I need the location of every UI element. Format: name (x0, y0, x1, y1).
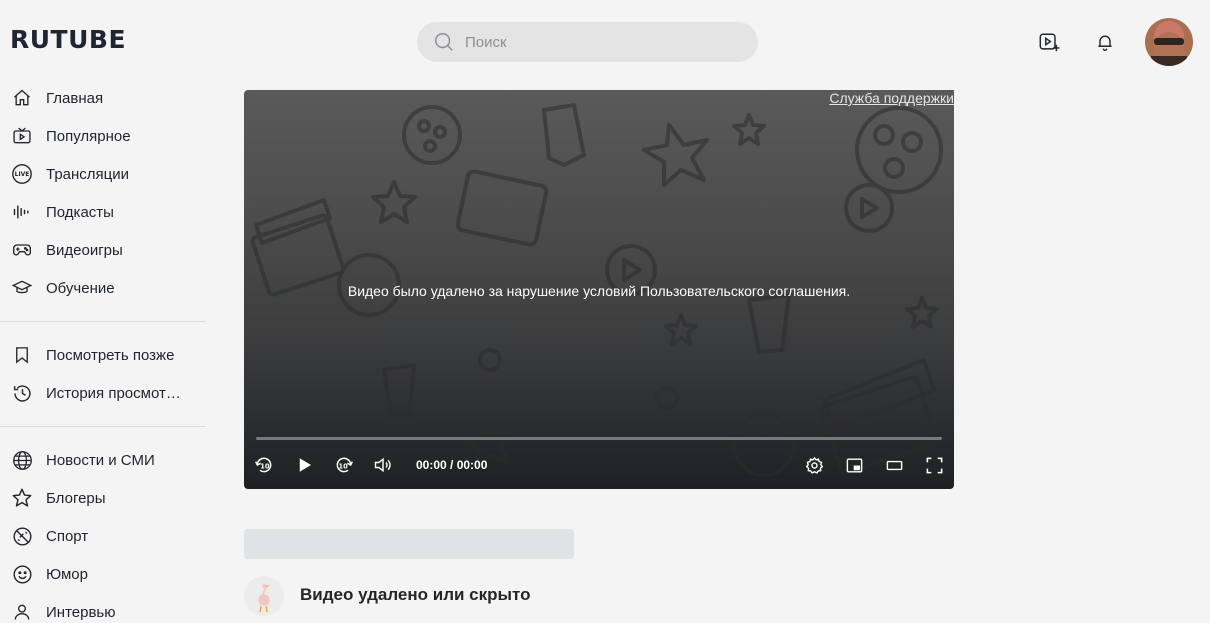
svg-text:10: 10 (260, 462, 270, 470)
sidebar: Главная Популярное LIVE Трансляции Подка… (0, 79, 206, 623)
picture-in-picture-icon[interactable] (841, 452, 867, 478)
tv-icon (11, 125, 33, 147)
sidebar-group-categories: Новости и СМИ Блогеры Спорт Юмор Интервь… (0, 441, 206, 623)
live-icon: LIVE (11, 163, 33, 185)
sidebar-item-label: Главная (46, 89, 104, 107)
sidebar-item-broadcasts[interactable]: LIVE Трансляции (0, 155, 206, 193)
forward-10-icon[interactable]: 10 (331, 452, 357, 478)
sidebar-item-label: Обучение (46, 279, 115, 297)
search-bar[interactable] (417, 22, 758, 62)
sidebar-item-label: Новости и СМИ (46, 451, 155, 469)
support-link[interactable]: Служба поддержки (829, 90, 954, 106)
settings-gear-icon[interactable] (801, 452, 827, 478)
sidebar-item-label: Спорт (46, 527, 89, 545)
sidebar-item-label: Интервью (46, 603, 116, 621)
sidebar-item-label: Юмор (46, 565, 88, 583)
upload-video-icon[interactable] (1037, 30, 1061, 54)
progress-bar[interactable] (256, 437, 942, 440)
sidebar-item-label: Блогеры (46, 489, 106, 507)
title-skeleton-placeholder (244, 529, 574, 559)
sidebar-item-education[interactable]: Обучение (0, 269, 206, 307)
sidebar-item-popular[interactable]: Популярное (0, 117, 206, 155)
sidebar-item-podcasts[interactable]: Подкасты (0, 193, 206, 231)
sidebar-item-label: Трансляции (46, 165, 130, 183)
player-controls: 10 10 00:00 / 00:00 (244, 452, 954, 478)
sidebar-divider (0, 321, 206, 322)
star-icon (11, 487, 33, 509)
search-icon (435, 33, 453, 51)
search-input[interactable] (465, 33, 725, 51)
sidebar-item-humor[interactable]: Юмор (0, 555, 206, 593)
sidebar-divider (0, 426, 206, 427)
sidebar-item-sport[interactable]: Спорт (0, 517, 206, 555)
gamepad-icon (11, 239, 33, 261)
fullscreen-icon[interactable] (921, 452, 947, 478)
smile-icon (11, 563, 33, 585)
sidebar-item-watch-later[interactable]: Посмотреть позже (0, 336, 206, 374)
time-display: 00:00 / 00:00 (416, 458, 488, 472)
sidebar-item-label: Подкасты (46, 203, 114, 221)
globe-icon (11, 449, 33, 471)
bell-icon[interactable] (1093, 30, 1117, 54)
rewind-10-icon[interactable]: 10 (251, 452, 277, 478)
user-avatar[interactable] (1145, 18, 1193, 66)
theater-mode-icon[interactable] (881, 452, 907, 478)
video-title: Видео удалено или скрыто (300, 585, 531, 604)
volume-icon[interactable] (370, 452, 396, 478)
sidebar-group-personal: Посмотреть позже История просмот… (0, 336, 206, 412)
svg-text:LIVE: LIVE (15, 171, 30, 178)
bookmark-icon (11, 344, 33, 366)
ball-icon (11, 525, 33, 547)
sidebar-item-label: Посмотреть позже (46, 346, 175, 364)
sidebar-item-videogames[interactable]: Видеоигры (0, 231, 206, 269)
home-icon (11, 87, 33, 109)
sidebar-item-history[interactable]: История просмот… (0, 374, 206, 412)
video-player[interactable]: Служба поддержки Видео было удалено за н… (244, 90, 954, 489)
graduation-cap-icon (11, 277, 33, 299)
podcast-icon (11, 201, 33, 223)
channel-avatar[interactable] (244, 576, 284, 616)
svg-text:10: 10 (339, 462, 349, 470)
person-icon (11, 601, 33, 623)
sidebar-item-bloggers[interactable]: Блогеры (0, 479, 206, 517)
sidebar-item-label: История просмот… (46, 384, 181, 402)
sidebar-group-main: Главная Популярное LIVE Трансляции Подка… (0, 79, 206, 307)
video-removed-message: Видео было удалено за нарушение условий … (347, 283, 851, 299)
rutube-logo[interactable]: RUTUBE (10, 25, 126, 54)
play-icon[interactable] (292, 452, 318, 478)
sidebar-item-news[interactable]: Новости и СМИ (0, 441, 206, 479)
sidebar-item-interview[interactable]: Интервью (0, 593, 206, 623)
sidebar-item-label: Видеоигры (46, 241, 123, 259)
sidebar-item-home[interactable]: Главная (0, 79, 206, 117)
sidebar-item-label: Популярное (46, 127, 131, 145)
history-icon (11, 382, 33, 404)
